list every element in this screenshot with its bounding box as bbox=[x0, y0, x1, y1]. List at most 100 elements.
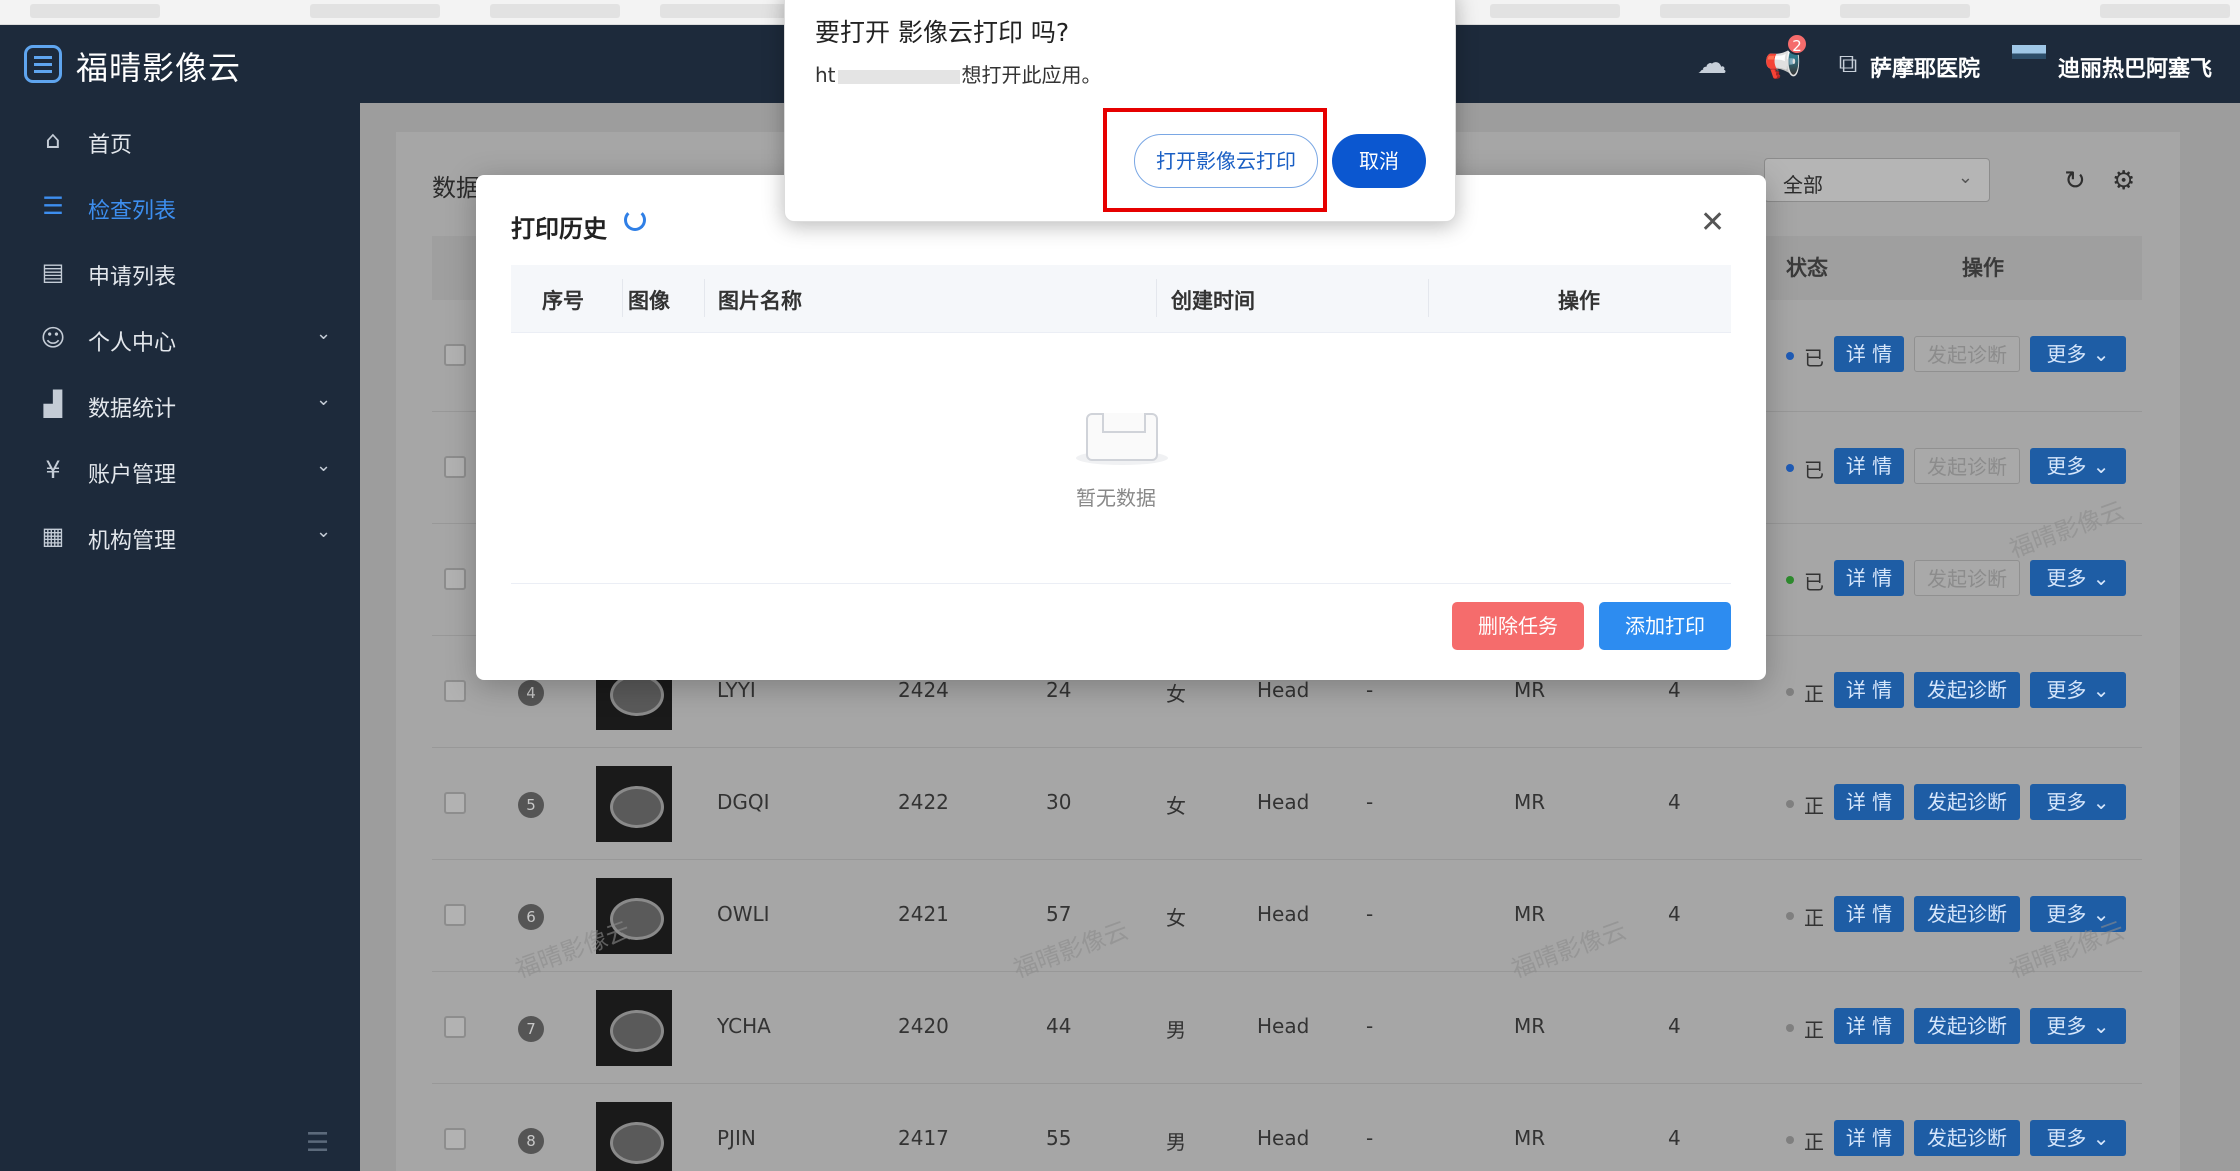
diagnose-button[interactable]: 发起诊断 bbox=[1914, 672, 2020, 708]
row-checkbox[interactable] bbox=[444, 568, 466, 590]
row-checkbox[interactable] bbox=[444, 904, 466, 926]
cloud-upload-icon[interactable]: ☁ bbox=[1694, 47, 1730, 81]
patient-sex: 女 bbox=[1166, 906, 1186, 930]
row-checkbox[interactable] bbox=[444, 1016, 466, 1038]
more-button[interactable]: 更多 ⌄ bbox=[2030, 1008, 2126, 1044]
chevron-down-icon: ⌄ bbox=[2092, 1126, 2110, 1150]
refresh-icon[interactable] bbox=[624, 209, 646, 231]
status-dot bbox=[1786, 912, 1794, 920]
chevron-down-icon: ⌄ bbox=[316, 455, 332, 476]
yen-icon: ¥ bbox=[45, 456, 61, 484]
scan-thumbnail[interactable] bbox=[596, 766, 672, 842]
detail-button[interactable]: 详 情 bbox=[1834, 448, 1904, 484]
sidebar-item-application-list[interactable]: ▤ 申请列表 bbox=[0, 243, 360, 303]
more-button-label: 更多 bbox=[2046, 342, 2087, 366]
delete-task-button[interactable]: 删除任务 bbox=[1452, 602, 1584, 650]
detail-button[interactable]: 详 情 bbox=[1834, 1008, 1904, 1044]
scan-thumbnail[interactable] bbox=[596, 1102, 672, 1171]
table-row: 7 YCHA 2420 44 男 Head - MR 4 正 详 情 发起诊断 … bbox=[432, 972, 2142, 1084]
column-header-image-name: 图片名称 bbox=[718, 289, 802, 313]
row-index: 4 bbox=[518, 680, 544, 706]
bookmark-item[interactable] bbox=[310, 4, 440, 18]
cancel-button[interactable]: 取消 bbox=[1332, 134, 1426, 188]
column-header-image: 图像 bbox=[628, 289, 670, 313]
column-header-created-time: 创建时间 bbox=[1171, 289, 1255, 313]
patient-sex: 男 bbox=[1166, 1130, 1186, 1154]
detail-button[interactable]: 详 情 bbox=[1834, 784, 1904, 820]
row-checkbox[interactable] bbox=[444, 792, 466, 814]
diagnose-button[interactable]: 发起诊断 bbox=[1914, 896, 2020, 932]
row-index: 5 bbox=[518, 792, 544, 818]
empty-state-text: 暂无数据 bbox=[1076, 486, 1156, 510]
patient-name: YCHA bbox=[717, 1014, 771, 1038]
close-icon[interactable]: ✕ bbox=[1700, 205, 1725, 240]
home-icon: ⌂ bbox=[45, 126, 61, 154]
bookmark-item[interactable] bbox=[490, 4, 620, 18]
add-print-button[interactable]: 添加打印 bbox=[1599, 602, 1731, 650]
popup-url-prefix: ht bbox=[815, 63, 836, 87]
notification-badge: 2 bbox=[1786, 33, 1808, 55]
patient-sex: 女 bbox=[1166, 682, 1186, 706]
more-button[interactable]: 更多 ⌄ bbox=[2030, 448, 2126, 484]
chevron-down-icon: ⌄ bbox=[2092, 1014, 2110, 1038]
bookmark-item[interactable] bbox=[660, 4, 790, 18]
diagnose-button: 发起诊断 bbox=[1914, 336, 2020, 372]
chevron-down-icon: ⌄ bbox=[316, 323, 332, 344]
sidebar-item-organization[interactable]: ▦ 机构管理 ⌄ bbox=[0, 507, 360, 567]
diagnose-button[interactable]: 发起诊断 bbox=[1914, 1008, 2020, 1044]
diagnose-button[interactable]: 发起诊断 bbox=[1914, 784, 2020, 820]
row-checkbox[interactable] bbox=[444, 1128, 466, 1150]
more-button[interactable]: 更多 ⌄ bbox=[2030, 560, 2126, 596]
row-checkbox[interactable] bbox=[444, 680, 466, 702]
chevron-down-icon: ⌄ bbox=[2092, 678, 2110, 702]
column-divider bbox=[1156, 279, 1157, 317]
sidebar-item-personal-center[interactable]: ☺ 个人中心 ⌄ bbox=[0, 309, 360, 369]
detail-button[interactable]: 详 情 bbox=[1834, 336, 1904, 372]
row-checkbox[interactable] bbox=[444, 456, 466, 478]
bookmark-item[interactable] bbox=[2100, 4, 2230, 18]
avatar[interactable] bbox=[2012, 45, 2046, 59]
detail-button[interactable]: 详 情 bbox=[1834, 1120, 1904, 1156]
switch-org-icon[interactable]: ⧉ bbox=[1830, 47, 1866, 81]
more-button[interactable]: 更多 ⌄ bbox=[2030, 336, 2126, 372]
detail-button[interactable]: 详 情 bbox=[1834, 896, 1904, 932]
user-name[interactable]: 迪丽热巴阿塞飞 bbox=[2058, 51, 2212, 83]
open-app-button[interactable]: 打开影像云打印 bbox=[1134, 134, 1318, 188]
table-row: 8 PJIN 2417 55 男 Head - MR 4 正 详 情 发起诊断 … bbox=[432, 1084, 2142, 1171]
status-text: 正 bbox=[1804, 906, 1824, 930]
detail-button[interactable]: 详 情 bbox=[1834, 672, 1904, 708]
user-icon: ☺ bbox=[40, 324, 66, 352]
sidebar-item-statistics[interactable]: ▟ 数据统计 ⌄ bbox=[0, 375, 360, 435]
dialog-title: 打印历史 bbox=[511, 215, 607, 243]
more-button[interactable]: 更多 ⌄ bbox=[2030, 784, 2126, 820]
app-logo-icon bbox=[24, 45, 62, 83]
patient-age: 55 bbox=[1046, 1126, 1072, 1150]
image-count: 4 bbox=[1668, 1126, 1681, 1150]
collapse-sidebar-icon[interactable]: ☰ bbox=[306, 1128, 329, 1158]
chevron-down-icon: ⌄ bbox=[2092, 454, 2110, 478]
row-checkbox[interactable] bbox=[444, 344, 466, 366]
detail-button[interactable]: 详 情 bbox=[1834, 560, 1904, 596]
bookmark-item[interactable] bbox=[1840, 4, 1970, 18]
scan-thumbnail[interactable] bbox=[596, 990, 672, 1066]
bookmark-item[interactable] bbox=[30, 4, 160, 18]
status-filter-select[interactable]: 全部 ⌄ bbox=[1764, 158, 1990, 202]
patient-name: LYYI bbox=[717, 678, 756, 702]
sidebar-item-home[interactable]: ⌂ 首页 bbox=[0, 111, 360, 171]
hospital-name[interactable]: 萨摩耶医院 bbox=[1870, 51, 1980, 83]
bookmark-item[interactable] bbox=[1490, 4, 1620, 18]
bookmark-item[interactable] bbox=[1660, 4, 1790, 18]
status-text: 已 bbox=[1804, 346, 1824, 370]
grid-icon: ▦ bbox=[41, 522, 65, 550]
sidebar-item-account[interactable]: ¥ 账户管理 ⌄ bbox=[0, 441, 360, 501]
patient-name: OWLI bbox=[717, 902, 770, 926]
patient-age: 44 bbox=[1046, 1014, 1072, 1038]
more-button[interactable]: 更多 ⌄ bbox=[2030, 1120, 2126, 1156]
more-button[interactable]: 更多 ⌄ bbox=[2030, 672, 2126, 708]
diagnose-button[interactable]: 发起诊断 bbox=[1914, 1120, 2020, 1156]
sidebar-item-exam-list[interactable]: ☰ 检查列表 bbox=[0, 177, 360, 237]
chevron-down-icon: ⌄ bbox=[1957, 167, 1973, 188]
refresh-icon[interactable]: ↻ bbox=[2064, 166, 2086, 196]
gear-icon[interactable]: ⚙ bbox=[2112, 166, 2135, 196]
sidebar-item-label: 首页 bbox=[88, 133, 133, 158]
